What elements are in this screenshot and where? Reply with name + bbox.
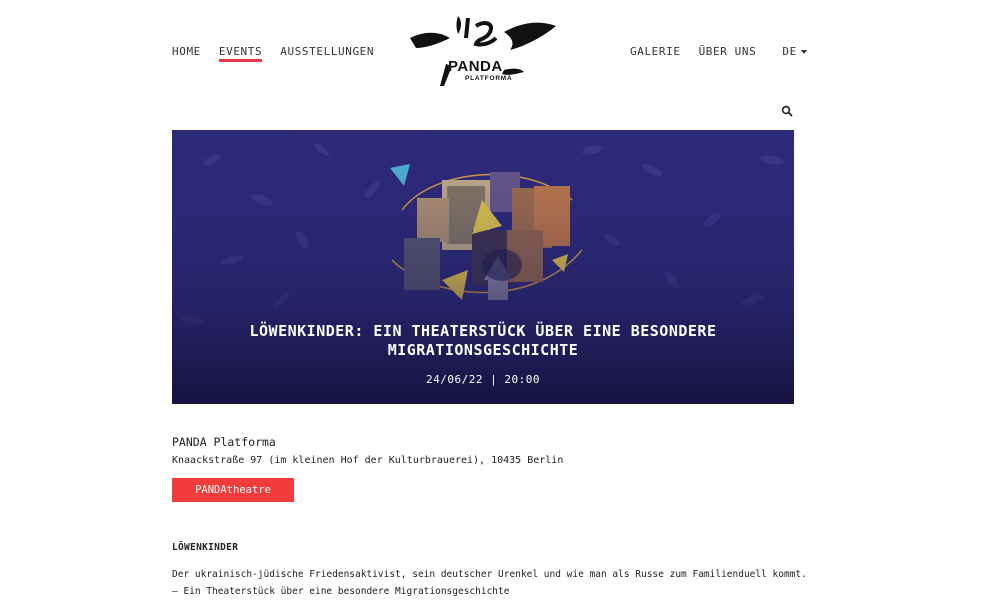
section-heading: LÖWENKINDER: [172, 542, 239, 553]
nav-home-label: HOME: [172, 45, 201, 58]
hero-artwork: [172, 130, 794, 404]
venue-address: Knaackstraße 97 (im kleinen Hof der Kult…: [172, 455, 564, 466]
main-nav-left: HOME EVENTS AUSSTELLUNGEN: [172, 45, 374, 62]
category-tag-button[interactable]: PANDAtheatre: [172, 478, 294, 502]
nav-home[interactable]: HOME: [172, 45, 201, 58]
main-nav-right: GALERIE ÜBER UNS DE: [630, 45, 807, 58]
chevron-down-icon: [800, 49, 807, 54]
description-line-1: Der ukrainisch-jüdische Friedensaktivist…: [172, 569, 807, 580]
nav-ueber-uns[interactable]: ÜBER UNS: [699, 45, 757, 58]
search-icon[interactable]: [781, 105, 793, 117]
event-datetime: 24/06/22 | 20:00: [426, 373, 540, 386]
venue-name: PANDA Platforma: [172, 435, 276, 449]
description-line-2: – Ein Theaterstück über eine besondere M…: [172, 586, 510, 597]
logo-name: PANDA: [448, 58, 503, 75]
language-selector[interactable]: DE: [782, 45, 807, 58]
nav-ausstellungen[interactable]: AUSSTELLUNGEN: [280, 45, 374, 58]
nav-galerie[interactable]: GALERIE: [630, 45, 681, 58]
nav-events[interactable]: EVENTS: [218, 45, 263, 62]
nav-ausstellungen-label: AUSSTELLUNGEN: [280, 45, 375, 58]
event-hero-banner[interactable]: LÖWENKINDER: EIN THEATERSTÜCK ÜBER EINE …: [172, 130, 794, 404]
nav-events-label: EVENTS: [218, 45, 263, 62]
event-title: LÖWENKINDER: EIN THEATERSTÜCK ÜBER EINE …: [249, 322, 717, 359]
logo-subtitle: PLATFORMA: [465, 75, 513, 82]
language-label: DE: [782, 45, 797, 58]
